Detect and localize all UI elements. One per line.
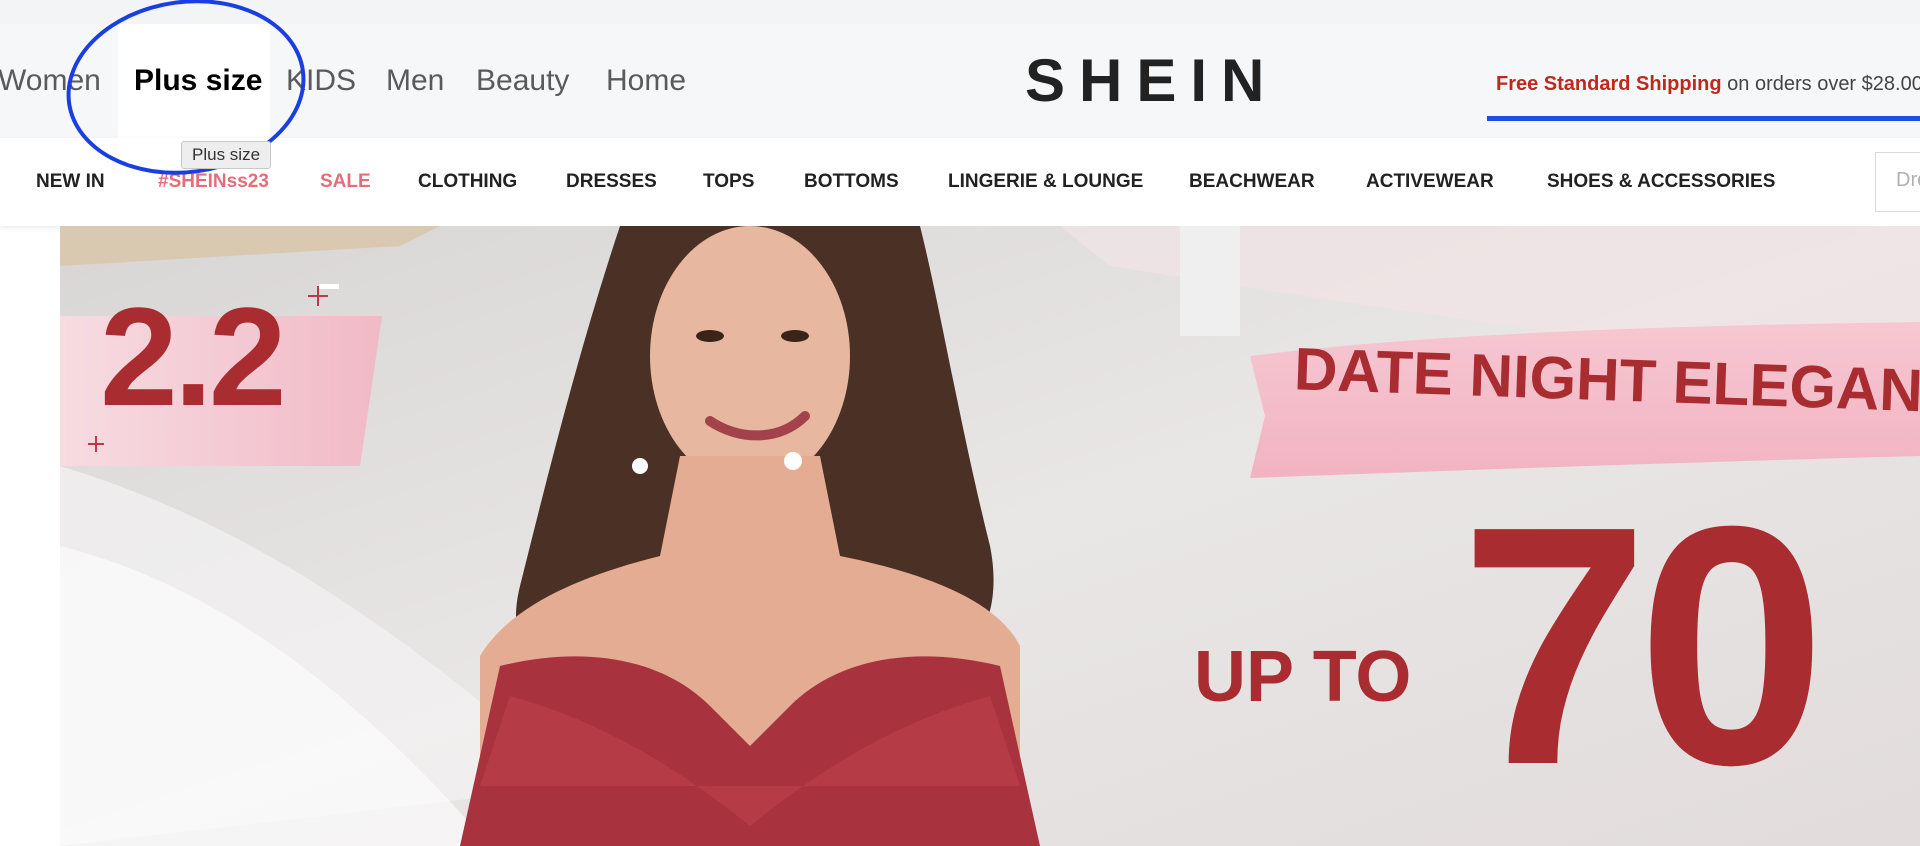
banner-up-to: UP TO (1194, 637, 1412, 717)
search-placeholder: Dre (1896, 169, 1920, 191)
nav-sale[interactable]: SALE (320, 164, 371, 200)
top-strip (0, 0, 1920, 24)
nav-beachwear[interactable]: BEACHWEAR (1189, 164, 1315, 200)
nav-lingerie-lounge[interactable]: LINGERIE & LOUNGE (948, 164, 1143, 200)
category-beauty[interactable]: Beauty (476, 56, 569, 106)
search-input[interactable]: Dre (1875, 152, 1920, 212)
nav-shoes-accessories[interactable]: SHOES & ACCESSORIES (1547, 164, 1775, 200)
hero-banner[interactable]: 2.2 DATE NIGHT ELEGANC UP TO 70 (60, 226, 1920, 846)
plus-size-tooltip: Plus size (181, 141, 272, 169)
shipping-promo[interactable]: Free Standard Shipping on orders over $2… (1496, 68, 1920, 100)
shein-logo[interactable]: SHEIN (1025, 42, 1278, 120)
nav-bottoms[interactable]: BOTTOMS (804, 164, 899, 200)
event-badge-2-2: 2.2 (100, 278, 287, 435)
shipping-condition: on orders over $28.00 (1727, 73, 1920, 95)
category-men[interactable]: Men (386, 56, 444, 106)
carousel-indicator[interactable] (319, 284, 339, 289)
shipping-highlight: Free Standard Shipping (1496, 73, 1722, 95)
nav-new-in[interactable]: NEW IN (36, 164, 105, 200)
nav-tops[interactable]: TOPS (703, 164, 754, 200)
nav-activewear[interactable]: ACTIVEWEAR (1366, 164, 1494, 200)
category-home[interactable]: Home (606, 56, 686, 106)
banner-percent: 70 (1460, 456, 1826, 836)
nav-clothing[interactable]: CLOTHING (418, 164, 517, 200)
shipping-underline (1487, 116, 1920, 121)
nav-dresses[interactable]: DRESSES (566, 164, 657, 200)
